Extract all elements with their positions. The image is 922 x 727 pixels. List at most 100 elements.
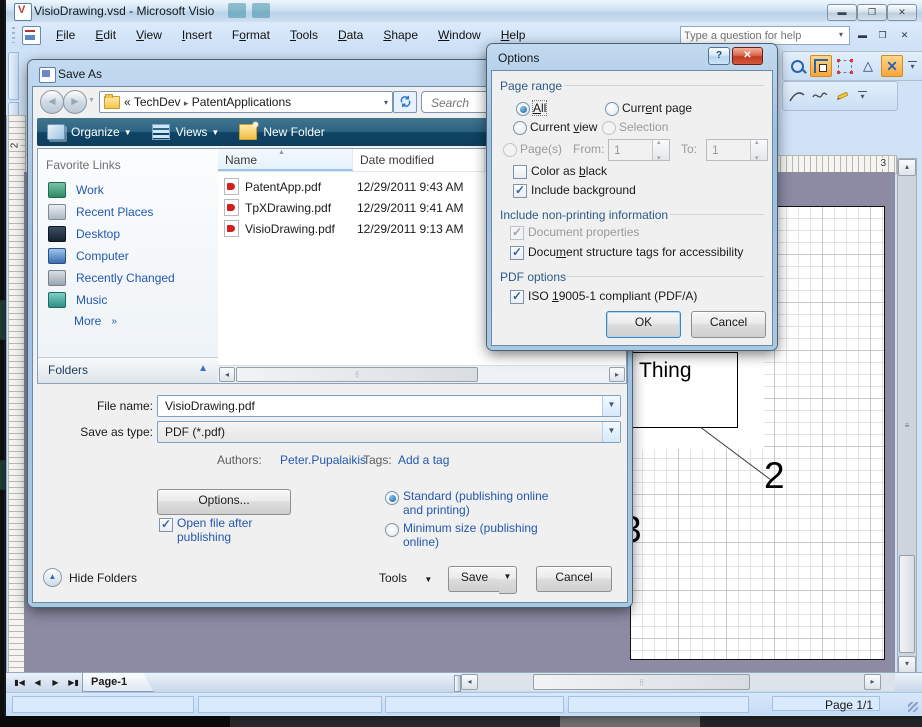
ok-button[interactable]: OK bbox=[606, 311, 681, 338]
open-file-after-checkbox[interactable] bbox=[159, 518, 173, 532]
scroll-left-icon[interactable]: ◂ bbox=[461, 674, 478, 690]
thing-shape[interactable]: Thing bbox=[629, 352, 738, 428]
menu-view[interactable]: View bbox=[126, 24, 172, 46]
all-radio[interactable] bbox=[516, 102, 530, 116]
file-list-scroll-thumb[interactable]: ⦙⦙ bbox=[236, 367, 478, 382]
file-name-combo[interactable]: VisioDrawing.pdf ▼ bbox=[157, 395, 621, 417]
iso-compliant-label[interactable]: ISO 19005-1 compliant (PDF/A) bbox=[528, 289, 697, 303]
address-bar[interactable]: « TechDev ▸ PatentApplications ▾ bbox=[99, 91, 393, 113]
chevron-down-icon[interactable]: ▼ bbox=[602, 422, 620, 442]
tags-add-link[interactable]: Add a tag bbox=[398, 453, 449, 467]
freeform-tool-icon[interactable] bbox=[810, 86, 830, 106]
color-as-black-label[interactable]: Color as black bbox=[531, 164, 607, 178]
close-button[interactable]: ✕ bbox=[887, 4, 917, 21]
zoom-tool-icon[interactable] bbox=[787, 56, 807, 76]
spinner-arrows-icon[interactable] bbox=[652, 140, 669, 160]
sidebar-item-desktop[interactable]: Desktop bbox=[48, 226, 120, 242]
menu-edit[interactable]: Edit bbox=[85, 24, 126, 46]
spinner-arrows-icon[interactable] bbox=[750, 140, 767, 160]
horizontal-scrollbar[interactable]: ◂ ⦙⦙ ▸ bbox=[461, 673, 895, 691]
maximize-button[interactable]: ❒ bbox=[857, 4, 887, 21]
current-view-radio[interactable] bbox=[513, 121, 527, 135]
menu-tools[interactable]: Tools bbox=[280, 24, 328, 46]
back-button[interactable]: ◄ bbox=[40, 90, 64, 114]
sidebar-item-recent-places[interactable]: Recent Places bbox=[48, 204, 153, 220]
document-structure-checkbox[interactable] bbox=[510, 246, 524, 260]
chevron-down-icon[interactable]: ▼ bbox=[602, 396, 620, 416]
connection-point-tool-icon[interactable] bbox=[810, 55, 832, 77]
menu-format[interactable]: Format bbox=[222, 24, 280, 46]
toolbar-overflow-icon[interactable]: ▾ bbox=[908, 61, 917, 71]
menu-help[interactable]: Help bbox=[491, 24, 536, 46]
help-question-input[interactable] bbox=[681, 27, 833, 44]
prev-page-icon[interactable]: ◀ bbox=[30, 675, 45, 690]
vertical-scrollbar[interactable]: ▴ ≡ ▾ bbox=[897, 158, 917, 674]
first-page-icon[interactable]: ▮◀ bbox=[12, 675, 27, 690]
from-spinner[interactable]: 1 bbox=[608, 139, 670, 161]
file-list-scrollbar[interactable]: ◂ ⦙⦙ ▸ bbox=[218, 365, 626, 383]
doc-close-button[interactable]: ✕ bbox=[896, 28, 913, 43]
help-question-box[interactable]: ▾ bbox=[680, 26, 850, 45]
docked-toolbar-stub[interactable] bbox=[8, 52, 19, 100]
include-background-checkbox[interactable] bbox=[513, 184, 527, 198]
scroll-up-icon[interactable]: ▴ bbox=[898, 159, 916, 176]
menu-file[interactable]: File bbox=[46, 24, 85, 46]
pages-radio[interactable] bbox=[503, 143, 517, 157]
hide-folders-chevron-icon[interactable]: ▲ bbox=[43, 568, 62, 587]
save-button[interactable]: Save bbox=[448, 566, 501, 592]
next-page-icon[interactable]: ▶ bbox=[48, 675, 63, 690]
minimum-size-radio-label[interactable]: Minimum size (publishing online) bbox=[403, 521, 573, 549]
current-view-radio-label[interactable]: Current view bbox=[530, 120, 597, 134]
doc-minimize-button[interactable]: ▬ bbox=[854, 28, 871, 43]
toolbar-grip[interactable] bbox=[12, 27, 15, 43]
address-dropdown-icon[interactable]: ▾ bbox=[384, 98, 388, 107]
scroll-right-icon[interactable]: ▸ bbox=[609, 367, 625, 382]
document-structure-label[interactable]: Document structure tags for accessibilit… bbox=[528, 245, 743, 259]
marquee-tool-icon[interactable] bbox=[835, 56, 855, 76]
minimum-size-radio[interactable] bbox=[385, 523, 399, 537]
menu-window[interactable]: Window bbox=[428, 24, 491, 46]
document-properties-checkbox[interactable] bbox=[510, 226, 524, 240]
file-name-value[interactable]: VisioDrawing.pdf bbox=[165, 399, 255, 413]
standard-radio-label[interactable]: Standard (publishing online and printing… bbox=[403, 489, 563, 517]
forward-button[interactable]: ► bbox=[63, 90, 87, 114]
breadcrumb-patentapplications[interactable]: PatentApplications bbox=[192, 95, 291, 109]
options-button[interactable]: Options... bbox=[157, 489, 291, 515]
pencil-tool-icon[interactable] bbox=[833, 86, 853, 106]
column-header-date-modified[interactable]: Date modified bbox=[353, 149, 485, 171]
save-as-type-combo[interactable]: PDF (*.pdf) ▼ bbox=[157, 421, 621, 443]
sidebar-item-computer[interactable]: Computer bbox=[48, 248, 129, 264]
refresh-button[interactable] bbox=[393, 91, 417, 113]
delete-tool-icon[interactable]: ✕ bbox=[881, 55, 903, 77]
color-as-black-checkbox[interactable] bbox=[513, 165, 527, 179]
column-header-name[interactable]: Name ▲ bbox=[218, 149, 353, 171]
vertical-scroll-thumb[interactable] bbox=[899, 555, 915, 653]
breadcrumb-techdev[interactable]: TechDev bbox=[134, 95, 181, 109]
sidebar-item-work[interactable]: Work bbox=[48, 182, 104, 198]
scrollbar-split-handle[interactable]: ≡ bbox=[898, 421, 916, 430]
include-background-label[interactable]: Include background bbox=[531, 183, 636, 197]
menu-data[interactable]: Data bbox=[328, 24, 373, 46]
recent-pages-chevron-icon[interactable]: ▼ bbox=[88, 97, 95, 104]
cancel-button[interactable]: Cancel bbox=[691, 311, 766, 338]
arc-tool-icon[interactable] bbox=[787, 86, 807, 106]
organize-button[interactable]: Organize ▼ bbox=[37, 118, 142, 146]
current-page-radio-label[interactable]: Current page bbox=[622, 101, 692, 115]
toolbar-overflow-icon[interactable]: ▾ bbox=[858, 91, 867, 101]
tab-scroll-splitter[interactable] bbox=[454, 675, 461, 692]
authors-value[interactable]: Peter.Pupalaikis bbox=[280, 453, 366, 467]
cancel-button[interactable]: Cancel bbox=[536, 566, 612, 592]
menu-insert[interactable]: Insert bbox=[172, 24, 222, 46]
breadcrumb-separator-icon[interactable]: ▸ bbox=[184, 98, 189, 108]
breadcrumb-overflow[interactable]: « bbox=[124, 95, 131, 109]
scroll-down-icon[interactable]: ▾ bbox=[898, 656, 916, 673]
sidebar-item-recently-changed[interactable]: Recently Changed bbox=[48, 270, 175, 286]
sidebar-more-link[interactable]: More » bbox=[74, 314, 117, 328]
sidebar-item-music[interactable]: Music bbox=[48, 292, 107, 308]
scroll-right-icon[interactable]: ▸ bbox=[864, 674, 881, 690]
save-as-type-value[interactable]: PDF (*.pdf) bbox=[165, 425, 225, 439]
standard-radio[interactable] bbox=[385, 491, 399, 505]
minimize-button[interactable]: ▬ bbox=[827, 4, 857, 21]
save-split-dropdown[interactable]: ▼ bbox=[499, 566, 517, 594]
views-button[interactable]: Views ▼ bbox=[142, 118, 230, 146]
